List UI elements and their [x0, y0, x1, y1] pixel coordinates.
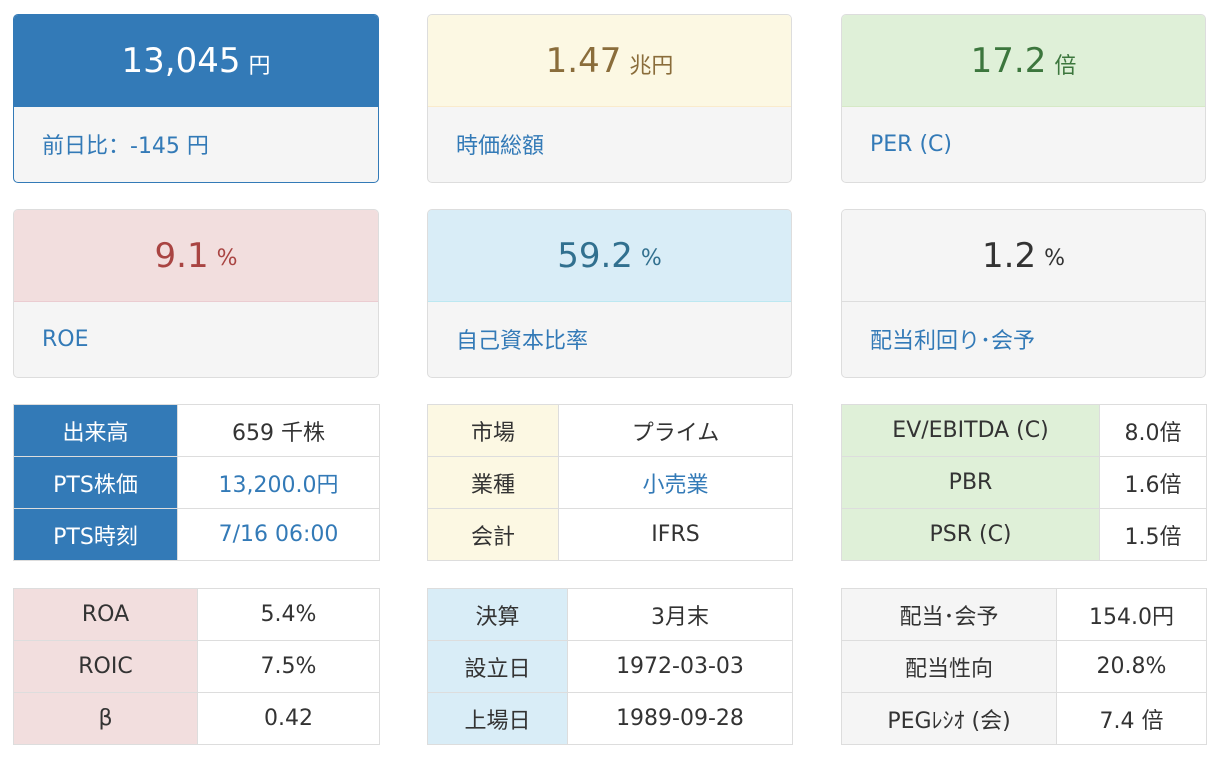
roe-label[interactable]: ROE [14, 302, 378, 376]
table-row: 上場日 1989-09-28 [427, 692, 793, 745]
card-per: 17.2 倍 PER (C) [841, 14, 1206, 183]
table-row: ROIC 7.5% [13, 640, 380, 693]
table-row: PSR (C) 1.5倍 [841, 508, 1207, 561]
equity-ratio-label[interactable]: 自己資本比率 [428, 302, 791, 376]
table-row: EV/EBITDA (C) 8.0倍 [841, 404, 1207, 457]
roa-key: ROA [13, 588, 198, 641]
ev-ebitda-key: EV/EBITDA (C) [841, 404, 1100, 457]
card-roe: 9.1 % ROE [13, 209, 379, 378]
founded-value: 1972-03-03 [567, 640, 793, 693]
market-cap-unit: 兆円 [629, 53, 674, 79]
card-header: 1.2 % [842, 210, 1205, 302]
volume-key: 出来高 [13, 404, 178, 457]
roe-value: 9.1 [154, 235, 209, 276]
fiscal-end-key: 決算 [427, 588, 568, 641]
dividend-yield-value: 1.2 [982, 235, 1037, 276]
pts-time-key: PTS時刻 [13, 508, 178, 561]
card-header: 13,045 円 [14, 15, 378, 107]
table-row: 配当性向 20.8% [841, 640, 1207, 693]
dates-table: 決算 3月末 設立日 1972-03-03 上場日 1989-09-28 [427, 588, 793, 745]
table-row: 市場 プライム [427, 404, 793, 457]
per-value: 17.2 [970, 40, 1047, 81]
price-change-label[interactable]: 前日比：-145 円 [14, 107, 378, 181]
pts-price-link[interactable]: 13,200.0円 [177, 456, 380, 509]
card-header: 17.2 倍 [842, 15, 1205, 107]
industry-key: 業種 [427, 456, 559, 509]
profile-table: 市場 プライム 業種 小売業 会計 IFRS [427, 404, 793, 561]
dividend-forecast-key: 配当･会予 [841, 588, 1057, 641]
table-row: PTS株価 13,200.0円 [13, 456, 380, 509]
psr-value: 1.5倍 [1099, 508, 1207, 561]
market-key: 市場 [427, 404, 559, 457]
table-row: 決算 3月末 [427, 588, 793, 641]
founded-key: 設立日 [427, 640, 568, 693]
card-market-cap: 1.47 兆円 時価総額 [427, 14, 792, 183]
table-row: 会計 IFRS [427, 508, 793, 561]
stock-price-value: 13,045 [121, 40, 241, 81]
table-row: 業種 小売業 [427, 456, 793, 509]
table-row: PTS時刻 7/16 06:00 [13, 508, 380, 561]
per-label[interactable]: PER (C) [842, 107, 1205, 181]
listed-value: 1989-09-28 [567, 692, 793, 745]
valuation-table: EV/EBITDA (C) 8.0倍 PBR 1.6倍 PSR (C) 1.5倍 [841, 404, 1207, 561]
accounting-value: IFRS [558, 508, 793, 561]
card-header: 9.1 % [14, 210, 378, 302]
table-row: PBR 1.6倍 [841, 456, 1207, 509]
card-equity-ratio: 59.2 % 自己資本比率 [427, 209, 792, 378]
market-cap-value: 1.47 [545, 40, 622, 81]
table-row: ROA 5.4% [13, 588, 380, 641]
pbr-key: PBR [841, 456, 1100, 509]
payout-ratio-value: 20.8% [1056, 640, 1207, 693]
returns-table: ROA 5.4% ROIC 7.5% β 0.42 [13, 588, 380, 745]
market-cap-label[interactable]: 時価総額 [428, 107, 791, 181]
beta-value: 0.42 [197, 692, 380, 745]
ev-ebitda-value: 8.0倍 [1099, 404, 1207, 457]
card-dividend-yield: 1.2 % 配当利回り･会予 [841, 209, 1206, 378]
table-row: β 0.42 [13, 692, 380, 745]
roe-unit: % [216, 246, 238, 271]
dividend-yield-unit: % [1044, 246, 1065, 271]
table-row: 設立日 1972-03-03 [427, 640, 793, 693]
pts-price-key: PTS株価 [13, 456, 178, 509]
dividend-forecast-value: 154.0円 [1056, 588, 1207, 641]
roic-key: ROIC [13, 640, 198, 693]
equity-ratio-unit: % [640, 246, 662, 271]
psr-key: PSR (C) [841, 508, 1100, 561]
table-row: PEGﾚｼｵ (会) 7.4 倍 [841, 692, 1207, 745]
trading-table: 出来高 659 千株 PTS株価 13,200.0円 PTS時刻 7/16 06… [13, 404, 380, 561]
roa-value: 5.4% [197, 588, 380, 641]
stock-price-unit: 円 [248, 53, 271, 79]
listed-key: 上場日 [427, 692, 568, 745]
peg-ratio-key: PEGﾚｼｵ (会) [841, 692, 1057, 745]
accounting-key: 会計 [427, 508, 559, 561]
pts-time-link[interactable]: 7/16 06:00 [177, 508, 380, 561]
pbr-value: 1.6倍 [1099, 456, 1207, 509]
table-row: 配当･会予 154.0円 [841, 588, 1207, 641]
roic-value: 7.5% [197, 640, 380, 693]
volume-value: 659 千株 [177, 404, 380, 457]
card-header: 1.47 兆円 [428, 15, 791, 107]
dividend-table: 配当･会予 154.0円 配当性向 20.8% PEGﾚｼｵ (会) 7.4 倍 [841, 588, 1207, 745]
industry-link[interactable]: 小売業 [558, 456, 793, 509]
card-stock-price: 13,045 円 前日比：-145 円 [13, 14, 379, 183]
payout-ratio-key: 配当性向 [841, 640, 1057, 693]
table-row: 出来高 659 千株 [13, 404, 380, 457]
beta-key: β [13, 692, 198, 745]
per-unit: 倍 [1054, 53, 1077, 79]
fiscal-end-value: 3月末 [567, 588, 793, 641]
equity-ratio-value: 59.2 [557, 235, 633, 276]
dividend-yield-label[interactable]: 配当利回り･会予 [842, 302, 1205, 376]
market-value: プライム [558, 404, 793, 457]
peg-ratio-value: 7.4 倍 [1056, 692, 1207, 745]
card-header: 59.2 % [428, 210, 791, 302]
